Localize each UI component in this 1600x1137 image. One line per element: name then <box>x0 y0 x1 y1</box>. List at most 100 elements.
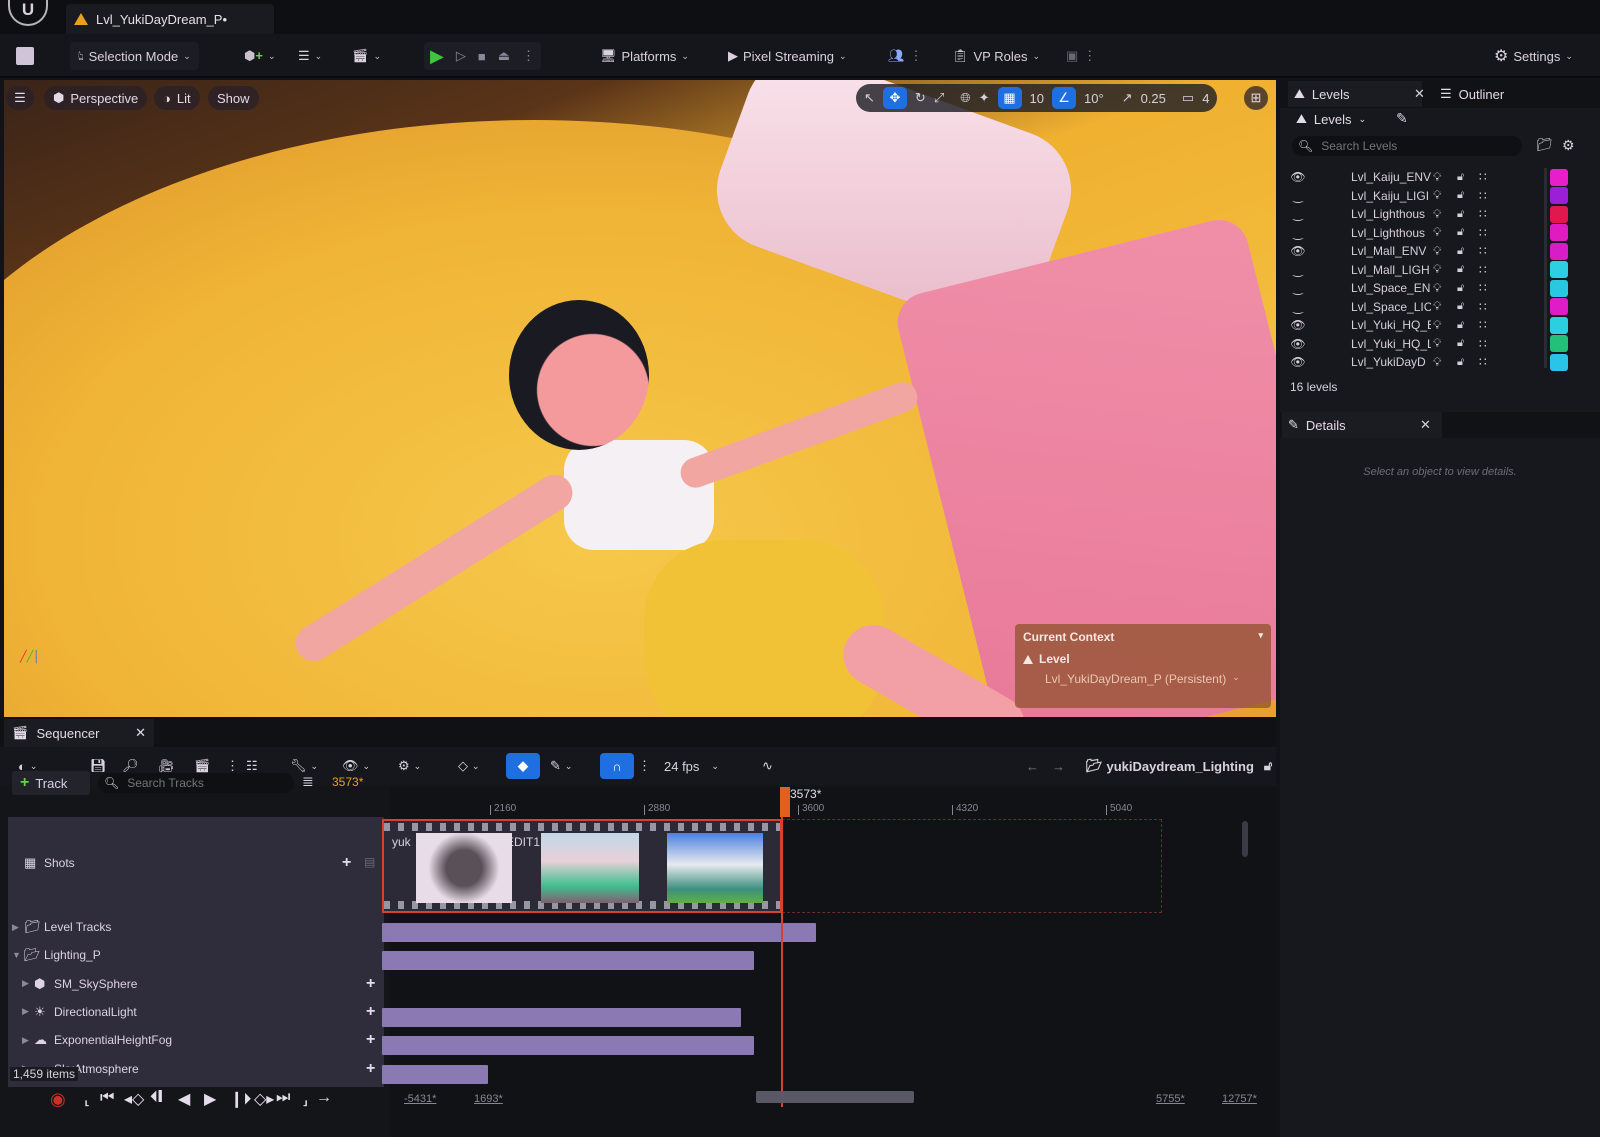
view-range-start[interactable]: -5431* <box>404 1093 436 1105</box>
lightbulb-icon[interactable]: 💡︎ <box>1433 170 1441 185</box>
lock-icon[interactable]: 🔓︎ <box>1264 758 1272 774</box>
level-color-swatch[interactable] <box>1550 187 1568 205</box>
play-icon[interactable]: ▶ <box>204 1089 216 1109</box>
unreal-logo[interactable]: U <box>8 0 48 26</box>
unlock-icon[interactable]: 🔓︎ <box>1457 208 1464 221</box>
unlock-icon[interactable]: 🔓︎ <box>1457 171 1464 184</box>
navigate-back-button[interactable]: ← <box>1026 753 1039 779</box>
level-row[interactable]: ‿ Lvl_Lighthous 💡︎ 🔓︎ ∷ <box>1280 205 1580 224</box>
eye-icon[interactable]: 👁︎ <box>1290 170 1306 184</box>
unlock-icon[interactable]: 🔓︎ <box>1457 226 1464 239</box>
hierarchy-icon[interactable]: ∷ <box>1479 318 1487 332</box>
expand-arrow-open-icon[interactable]: ▼ <box>12 950 21 960</box>
playhead-handle[interactable] <box>780 787 790 817</box>
hierarchy-icon[interactable]: ∷ <box>1479 226 1487 240</box>
navigate-forward-button[interactable]: → <box>1052 753 1065 779</box>
gear-icon[interactable]: ⚙ <box>1562 137 1575 154</box>
close-sequencer-tab-icon[interactable]: ✕ <box>135 725 146 741</box>
add-track-button[interactable]: + Track <box>12 771 90 795</box>
level-color-swatch[interactable] <box>1550 224 1568 242</box>
lightbulb-icon[interactable]: 💡︎ <box>1433 225 1441 240</box>
expand-arrow-icon[interactable]: ▶ <box>12 922 19 933</box>
hierarchy-icon[interactable]: ∷ <box>1479 189 1487 203</box>
lightbulb-icon[interactable]: 💡︎ <box>1433 318 1441 333</box>
stop-icon[interactable]: ■ <box>478 49 486 64</box>
level-row[interactable]: 👁︎ Lvl_Mall_ENV 💡︎ 🔓︎ ∷ <box>1280 242 1580 261</box>
level-row[interactable]: ‿ Lvl_Lighthous 💡︎ 🔓︎ ∷ <box>1280 224 1580 243</box>
expand-arrow-icon[interactable]: ▶ <box>22 1006 29 1017</box>
next-shot-icon[interactable]: ⏭ <box>276 1089 290 1107</box>
track-section-bar[interactable] <box>382 951 755 971</box>
vcam-button[interactable]: ▣ ⋮ <box>1066 42 1096 70</box>
loop-mode-icon[interactable]: → <box>316 1089 332 1107</box>
eye-icon[interactable]: 👁︎ <box>1290 244 1306 258</box>
current-frame-field[interactable]: 3573* <box>332 775 363 789</box>
hierarchy-icon[interactable]: ∷ <box>1479 281 1487 295</box>
unlock-icon[interactable]: 🔓︎ <box>1457 282 1464 295</box>
hierarchy-icon[interactable]: ∷ <box>1479 244 1487 258</box>
eye-closed-icon[interactable]: ‿ <box>1290 207 1306 221</box>
expand-arrow-icon[interactable]: ▶ <box>22 1035 29 1046</box>
play-icon[interactable]: ▶ <box>430 46 444 67</box>
previous-shot-icon[interactable]: ⏮ <box>100 1089 114 1107</box>
timeline-horizontal-scrollbar[interactable] <box>756 1091 914 1103</box>
unlock-icon[interactable]: 🔓︎ <box>1457 189 1464 202</box>
jump-to-start-icon[interactable]: ⸤ <box>84 1089 90 1109</box>
save-button[interactable] <box>16 42 34 70</box>
hierarchy-icon[interactable]: ∷ <box>1479 207 1487 221</box>
add-actor-button[interactable]: ⬢+ ⌄ <box>244 42 276 70</box>
world-space-icon[interactable]: 🌐︎ <box>960 90 970 106</box>
eye-closed-icon[interactable]: ‿ <box>1290 226 1306 240</box>
track-row-shots[interactable]: ▦ Shots + ▤ <box>8 849 384 877</box>
eye-closed-icon[interactable]: ‿ <box>1290 300 1306 314</box>
playback-options-dropdown[interactable]: ⚙ ⌄ <box>398 753 421 779</box>
rotate-tool-icon[interactable]: ↻ <box>915 90 926 106</box>
level-color-swatch[interactable] <box>1550 279 1568 297</box>
unlock-icon[interactable]: 🔓︎ <box>1457 245 1464 258</box>
rotation-snap-value[interactable]: 10° <box>1084 91 1104 106</box>
search-levels-input[interactable]: 🔍︎ <box>1292 136 1522 156</box>
lightbulb-icon[interactable]: 💡︎ <box>1433 262 1441 277</box>
search-tracks-field[interactable] <box>127 776 278 790</box>
track-section-bar[interactable] <box>382 1007 741 1027</box>
sequence-breadcrumb[interactable]: 📂︎ yukiDaydream_Lighting 🔓︎ <box>1086 753 1272 779</box>
current-context-header[interactable]: Current Context ▾ <box>1023 630 1263 644</box>
eject-icon[interactable]: ⏏ <box>498 48 510 64</box>
curve-editor-button[interactable]: ∿ <box>762 753 773 779</box>
auto-key-button[interactable]: ◆ <box>506 753 540 779</box>
multi-user-button[interactable]: 👥︎ ⋮ <box>888 42 923 70</box>
add-level-folder-icon[interactable]: 📁︎ <box>1536 137 1553 153</box>
level-color-swatch[interactable] <box>1550 168 1568 186</box>
level-color-swatch[interactable] <box>1550 298 1568 316</box>
select-tool-icon[interactable]: ↖ <box>864 90 875 106</box>
add-shot-icon[interactable]: + <box>342 854 351 872</box>
lightbulb-icon[interactable]: 💡︎ <box>1433 207 1441 222</box>
record-icon[interactable]: ◉ <box>50 1089 66 1110</box>
eye-icon[interactable]: 👁︎ <box>1290 318 1306 332</box>
next-key-icon[interactable]: ◇▸ <box>254 1089 274 1109</box>
unlock-icon[interactable]: 🔓︎ <box>1457 337 1464 350</box>
jump-to-end-icon[interactable]: ⸥ <box>302 1089 308 1109</box>
track-section-bar[interactable] <box>382 1036 755 1056</box>
outliner-tab[interactable]: ☰ Outliner <box>1440 81 1504 107</box>
surface-snap-icon[interactable]: ✦ <box>979 90 990 106</box>
levels-list-scrollbar[interactable] <box>1544 168 1547 368</box>
camera-speed-icon[interactable]: ▭ <box>1182 90 1194 106</box>
step-back-icon[interactable]: ⏴❙ <box>150 1089 162 1107</box>
play-reverse-icon[interactable]: ◀ <box>178 1089 190 1109</box>
eye-closed-icon[interactable]: ‿ <box>1290 281 1306 295</box>
expand-arrow-icon[interactable]: ▶ <box>22 978 29 989</box>
level-row[interactable]: 👁︎ Lvl_YukiDayD 💡︎ 🔓︎ ∷ <box>1280 353 1580 372</box>
eye-icon[interactable]: 👁︎ <box>1290 355 1306 369</box>
level-color-swatch[interactable] <box>1550 242 1568 260</box>
lightbulb-icon[interactable]: 💡︎ <box>1433 244 1441 259</box>
playback-range-in[interactable]: 1693* <box>474 1093 503 1105</box>
timeline-vertical-scrollbar[interactable] <box>1242 821 1248 857</box>
previous-key-icon[interactable]: ◂◇ <box>124 1089 144 1109</box>
viewport-layout-button[interactable]: ⊞ <box>1244 86 1268 110</box>
eye-closed-icon[interactable]: ‿ <box>1290 263 1306 277</box>
unlock-icon[interactable]: 🔓︎ <box>1457 300 1464 313</box>
level-row[interactable]: ‿ Lvl_Kaiju_LIGI 💡︎ 🔓︎ ∷ <box>1280 187 1580 206</box>
hierarchy-icon[interactable]: ∷ <box>1479 263 1487 277</box>
edit-levels-icon[interactable]: ✎ <box>1396 110 1408 127</box>
